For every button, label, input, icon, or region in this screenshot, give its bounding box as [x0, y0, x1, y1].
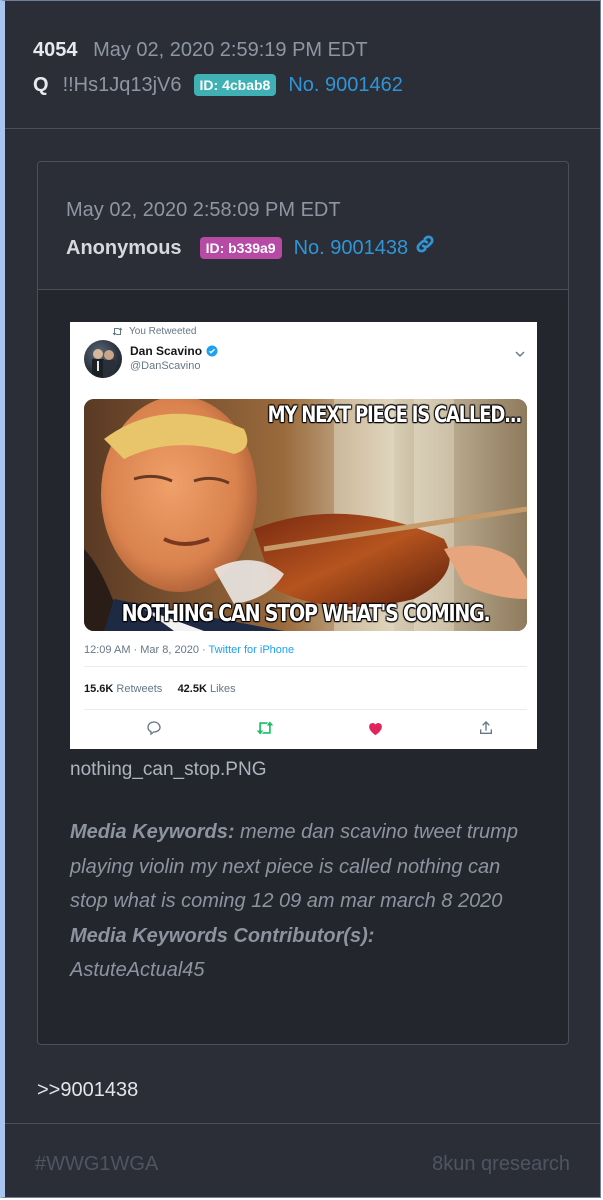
retweet-small-icon [112, 327, 123, 336]
post-meta-row: 4054 May 02, 2020 2:59:19 PM EDT [33, 37, 368, 63]
quoted-post-header: May 02, 2020 2:58:09 PM EDT Anonymous ID… [38, 162, 568, 290]
hashtag: #WWG1WGA [35, 1153, 159, 1175]
heart-icon [367, 720, 384, 741]
tweet-time: 12:09 AM · Mar 8, 2020 · Twitter for iPh… [84, 644, 294, 656]
image-filename[interactable]: nothing_can_stop.PNG [70, 759, 266, 781]
tweet-stats: 15.6K Retweets 42.5K Likes [84, 683, 236, 695]
quoted-post: May 02, 2020 2:58:09 PM EDT Anonymous ID… [37, 161, 569, 1045]
divider [84, 709, 527, 710]
tweet-source: Twitter for iPhone [208, 644, 295, 656]
tweet-author-name-text: Dan Scavino [130, 344, 203, 358]
likes-label: Likes [206, 683, 236, 695]
quoted-timestamp: May 02, 2020 2:58:09 PM EDT [66, 199, 341, 221]
quoted-post-number-link[interactable]: No. 9001438 [294, 235, 409, 261]
meme-illustration [84, 399, 527, 631]
meme-top-caption: MY NEXT PIECE IS CALLED... [267, 403, 523, 428]
contributors-label: Media Keywords Contributor(s): [70, 924, 375, 947]
avatar [84, 340, 122, 378]
post-number-link[interactable]: No. 9001462 [288, 72, 403, 98]
post-author-row: Q !!Hs1Jq13jV6 ID: 4cbab8 No. 9001462 [33, 72, 403, 98]
quoted-author: Anonymous [66, 236, 182, 259]
post-card: 4054 May 02, 2020 2:59:19 PM EDT Q !!Hs1… [0, 0, 601, 1198]
tripcode: !!Hs1Jq13jV6 [62, 74, 182, 96]
keywords-label: Media Keywords: [70, 821, 235, 843]
post-author: Q [33, 74, 49, 96]
retweet-icon [256, 720, 274, 741]
post-number: 4054 [33, 39, 78, 61]
retweets-label: Retweets [113, 683, 163, 695]
contributors-text: AstuteActual45 [70, 959, 205, 981]
tweet-author-name: Dan Scavino [130, 344, 218, 358]
retweets-count: 15.6K [84, 683, 114, 695]
id-badge[interactable]: ID: 4cbab8 [193, 74, 277, 96]
meme-image: MY NEXT PIECE IS CALLED... NOTHING CAN S… [84, 399, 527, 631]
retweet-note-text: You Retweeted [129, 326, 197, 337]
tweet-handle: @DanScavino [130, 360, 201, 372]
reply-icon [146, 720, 162, 741]
quoted-author-row: Anonymous ID: b339a9 No. 9001438 [66, 233, 436, 262]
chevron-down-icon [515, 344, 525, 362]
post-timestamp: May 02, 2020 2:59:19 PM EDT [93, 39, 368, 61]
divider [84, 666, 527, 667]
likes-count: 42.5K [177, 683, 207, 695]
reply-link[interactable]: >>9001438 [37, 1079, 138, 1102]
post-footer: #WWG1WGA 8kun qresearch [5, 1123, 600, 1199]
quoted-id-badge[interactable]: ID: b339a9 [199, 236, 282, 259]
link-icon[interactable] [414, 233, 436, 262]
tweet-actions [84, 720, 527, 738]
meme-bottom-caption: NOTHING CAN STOP WHAT'S COMING. [121, 601, 491, 627]
attached-image[interactable]: You Retweeted Dan Scavino @DanScavino MY… [70, 322, 537, 749]
retweet-note: You Retweeted [112, 326, 196, 337]
media-keywords: Media Keywords: meme dan scavino tweet t… [70, 815, 540, 988]
post-header: 4054 May 02, 2020 2:59:19 PM EDT Q !!Hs1… [5, 1, 600, 129]
tweet-time-text: 12:09 AM · Mar 8, 2020 · [84, 644, 209, 656]
board-name: 8kun qresearch [432, 1153, 570, 1175]
share-icon [478, 720, 494, 741]
verified-icon [206, 345, 218, 357]
